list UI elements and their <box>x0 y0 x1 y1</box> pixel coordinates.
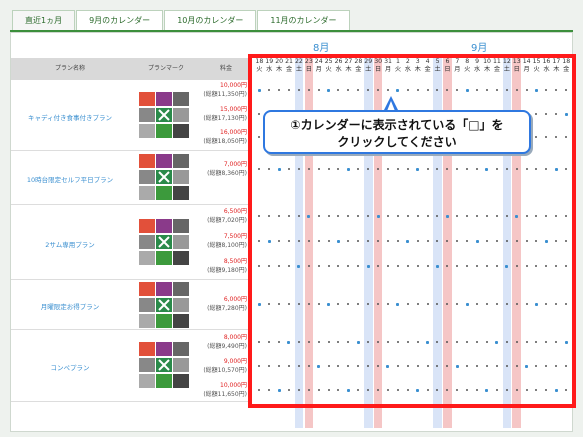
price-value: 10,000円 <box>220 382 247 389</box>
price-value: 6,000円 <box>223 296 247 303</box>
price-total: (総額7,020円) <box>207 217 247 224</box>
price-cell: 16,000円 (総額18,050円) <box>203 128 247 146</box>
price-cell: 7,500円 (総額8,100円) <box>203 232 247 250</box>
price-cell: 6,500円 (総額7,020円) <box>203 207 247 225</box>
price-total: (総額18,050円) <box>203 138 247 145</box>
instruction-callout: ①カレンダーに表示されている「□」を クリックしてください <box>263 110 531 154</box>
calendar-highlight-box <box>248 54 576 408</box>
price-cell: 6,000円 (総額7,280円) <box>203 295 247 313</box>
price-value: 6,500円 <box>223 208 247 215</box>
price-value: 9,000円 <box>223 358 247 365</box>
price-cell: 8,000円 (総額9,490円) <box>203 333 247 351</box>
month-label-august: 8月 <box>313 43 330 54</box>
price-value: 7,500円 <box>223 233 247 240</box>
plan-mark-icons <box>139 91 191 140</box>
tab-september[interactable]: 9月のカレンダー <box>76 10 164 30</box>
plan-name-link[interactable]: 2サム専用プラン <box>11 239 129 249</box>
plan-mark-icons <box>139 282 191 330</box>
price-value: 15,000円 <box>220 106 247 113</box>
price-value: 8,500円 <box>223 258 247 265</box>
price-total: (総額8,100円) <box>207 242 247 249</box>
plan-mark-header: プランマーク <box>147 65 184 72</box>
price-total: (総額11,650円) <box>203 391 247 398</box>
plan-name-link[interactable]: キャディ付き食事付きプラン <box>11 112 129 122</box>
price-total: (総額8,360円) <box>207 170 247 177</box>
price-value: 8,000円 <box>223 334 247 341</box>
price-cell: 10,000円 (総額11,350円) <box>203 81 247 99</box>
price-cell: 8,500円 (総額9,180円) <box>203 257 247 275</box>
tab-november[interactable]: 11月のカレンダー <box>257 10 350 30</box>
tab-october[interactable]: 10月のカレンダー <box>164 10 257 30</box>
price-cell: 10,000円 (総額11,650円) <box>203 381 247 399</box>
plan-name-link[interactable]: コンペプラン <box>11 362 129 372</box>
plan-name-link[interactable]: 10時台限定セルフ平日プラン <box>11 174 129 184</box>
price-cell: 9,000円 (総額10,570円) <box>203 357 247 375</box>
plan-table-header: プラン名称 プランマーク 料金 <box>11 58 249 80</box>
price-cell: 7,000円 (総額8,360円) <box>203 160 247 178</box>
plan-mark-icons <box>139 342 191 390</box>
plan-mark-icons <box>139 218 191 267</box>
calendar-tabs: 直近1ヵ月 9月のカレンダー 10月のカレンダー 11月のカレンダー <box>12 10 351 30</box>
instruction-line-1: ①カレンダーに表示されている「□」を <box>290 118 504 132</box>
price-total: (総額9,490円) <box>207 343 247 350</box>
instruction-line-2: クリックしてください <box>337 135 457 149</box>
price-total: (総額7,280円) <box>207 305 247 312</box>
price-total: (総額9,180円) <box>207 267 247 274</box>
plan-name-link[interactable]: 月曜限定お得プラン <box>11 301 129 311</box>
month-label-september: 9月 <box>471 43 488 54</box>
plan-mark-icons <box>139 154 191 202</box>
booking-page: 直近1ヵ月 9月のカレンダー 10月のカレンダー 11月のカレンダー プラン名称… <box>0 0 583 437</box>
price-value: 16,000円 <box>220 129 247 136</box>
price-value: 7,000円 <box>223 161 247 168</box>
price-total: (総額10,570円) <box>203 367 247 374</box>
price-header: 料金 <box>219 65 232 72</box>
price-value: 10,000円 <box>220 82 247 89</box>
tab-recent-month[interactable]: 直近1ヵ月 <box>12 10 76 30</box>
plan-name-header: プラン名称 <box>54 65 85 72</box>
price-cell: 15,000円 (総額17,130円) <box>203 105 247 123</box>
price-total: (総額17,130円) <box>203 115 247 122</box>
price-total: (総額11,350円) <box>203 91 247 98</box>
